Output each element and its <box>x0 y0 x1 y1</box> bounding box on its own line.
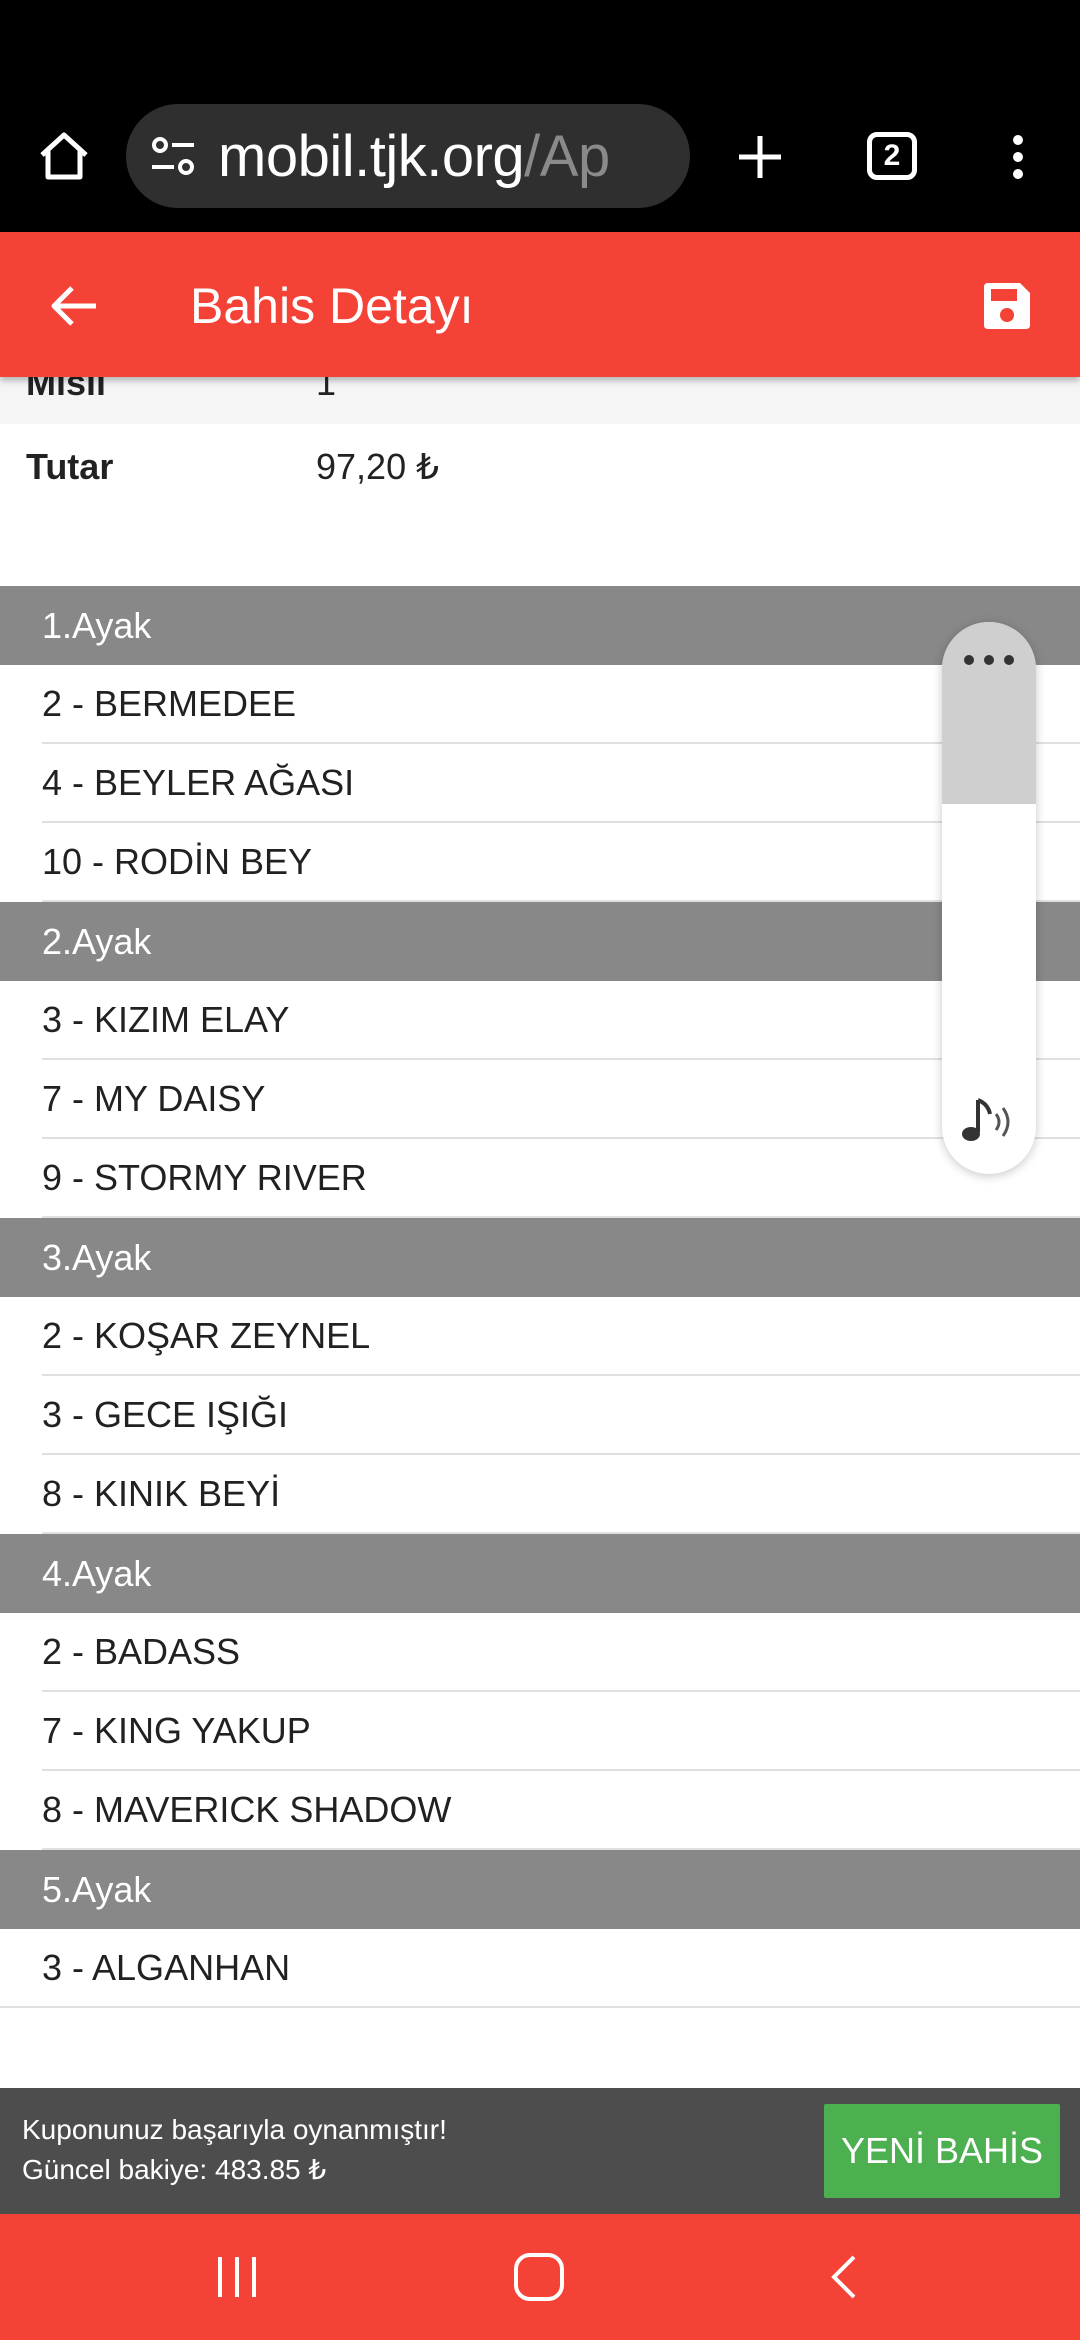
url-text: mobil.tjk.org/Ap <box>218 123 610 190</box>
leg-header: 2.Ayak <box>0 902 1080 981</box>
home-nav-icon[interactable] <box>494 2244 584 2310</box>
list-item: 8 - KINIK BEYİ <box>42 1455 1080 1534</box>
tab-count: 2 <box>867 132 917 180</box>
list-item: 9 - STORMY RIVER <box>42 1139 1080 1218</box>
tune-icon[interactable] <box>146 129 200 183</box>
audio-icon[interactable] <box>958 1092 1022 1152</box>
leg-header: 5.Ayak <box>0 1850 1080 1929</box>
list-item: 7 - KING YAKUP <box>42 1692 1080 1771</box>
balance-message: Güncel bakiye: 483.85 ₺ <box>22 2154 327 2185</box>
url-path: /Ap <box>524 123 610 189</box>
list-item: 8 - MAVERICK SHADOW <box>42 1771 1080 1850</box>
new-bet-button[interactable]: YENİ BAHİS <box>824 2104 1060 2198</box>
address-bar[interactable]: mobil.tjk.org/Ap <box>126 104 690 208</box>
system-nav-bar <box>0 2214 1080 2340</box>
leg-header: 3.Ayak <box>0 1218 1080 1297</box>
info-value: 97,20 ₺ <box>316 446 439 487</box>
back-nav-icon[interactable] <box>798 2244 888 2310</box>
list-item: 2 - BERMEDEE <box>42 665 1080 744</box>
leg-header: 4.Ayak <box>0 1534 1080 1613</box>
plus-icon[interactable] <box>720 112 800 202</box>
more-vert-icon[interactable] <box>990 112 1046 202</box>
browser-toolbar: mobil.tjk.org/Ap 2 <box>0 0 1080 232</box>
save-icon[interactable] <box>972 268 1042 344</box>
leg-header: 1.Ayak <box>0 586 1080 665</box>
side-panel-handle[interactable] <box>942 622 1036 804</box>
snackbar-message: Kuponunuz başarıyla oynanmıştır! Güncel … <box>22 2110 447 2190</box>
success-message: Kuponunuz başarıyla oynanmıştır! <box>22 2114 447 2145</box>
list-item: 10 - RODİN BEY <box>42 823 1080 902</box>
page-title: Bahis Detayı <box>190 278 474 334</box>
recent-apps-icon[interactable] <box>192 2244 282 2310</box>
url-host: mobil.tjk.org <box>218 123 525 189</box>
list-item: 2 - BADASS <box>42 1613 1080 1692</box>
list-item: 2 - KOŞAR ZEYNEL <box>42 1297 1080 1376</box>
info-label: Tutar <box>26 446 114 487</box>
app-bar: Bahis Detayı <box>0 232 1080 377</box>
side-panel[interactable] <box>942 622 1036 1174</box>
more-horiz-icon[interactable] <box>963 654 1015 666</box>
home-icon[interactable] <box>22 118 106 194</box>
list-item: 3 - ALGANHAN <box>0 1929 1080 2008</box>
info-row-tutar: Tutar 97,20 ₺ <box>0 424 1080 508</box>
snackbar: Kuponunuz başarıyla oynanmıştır! Güncel … <box>0 2088 1080 2214</box>
list-item: 3 - GECE IŞIĞI <box>42 1376 1080 1455</box>
list-item: 3 - KIZIM ELAY <box>42 981 1080 1060</box>
list-item: 4 - BEYLER AĞASI <box>42 744 1080 823</box>
list-item: 7 - MY DAISY <box>42 1060 1080 1139</box>
tabs-icon[interactable]: 2 <box>852 116 932 196</box>
arrow-back-icon[interactable] <box>36 268 112 344</box>
legs-list: 1.Ayak 2 - BERMEDEE 4 - BEYLER AĞASI 10 … <box>0 586 1080 2008</box>
